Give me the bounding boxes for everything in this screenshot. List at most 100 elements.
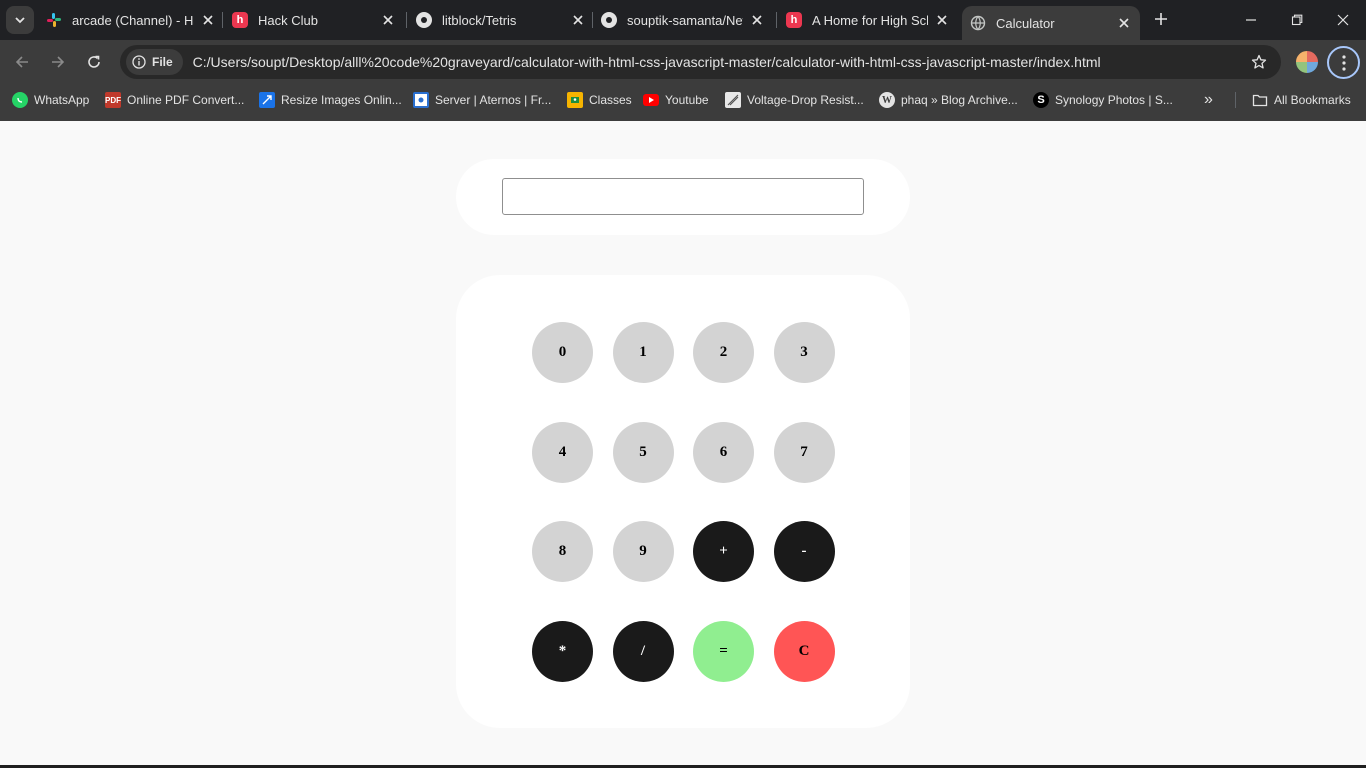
key-3[interactable]: 3 [773, 322, 835, 383]
bookmark-label: Server | Aternos | Fr... [435, 93, 552, 107]
tab-souptik-samanta[interactable]: souptik-samanta/New [601, 0, 765, 40]
restore-button[interactable] [1274, 0, 1320, 40]
keypad-card: 0 1 2 3 4 5 6 7 8 9 + - * / = C [456, 275, 910, 728]
info-icon [132, 55, 146, 69]
tab-litblock-tetris[interactable]: litblock/Tetris [416, 0, 586, 40]
tab-hack-club[interactable]: h Hack Club [232, 0, 396, 40]
tab-strip: arcade (Channel) - Ha h Hack Club litblo… [0, 0, 1366, 40]
key-8[interactable]: 8 [532, 521, 593, 582]
tab-home-for-high-schoolers[interactable]: h A Home for High Sch [786, 0, 950, 40]
arrow-right-icon [52, 56, 65, 68]
minimize-button[interactable] [1228, 0, 1274, 40]
site-info-chip[interactable]: File [126, 49, 183, 75]
hackclub-icon: h [232, 12, 248, 28]
page-viewport: 0 1 2 3 4 5 6 7 8 9 + - * / = C [0, 121, 1366, 768]
github-icon [601, 12, 617, 28]
bookmark-label: All Bookmarks [1274, 93, 1351, 107]
bookmark-youtube[interactable]: Youtube [643, 85, 709, 115]
key-minus[interactable]: - [773, 521, 835, 582]
bookmark-classes[interactable]: Classes [567, 85, 632, 115]
tab-calculator[interactable]: Calculator [962, 6, 1140, 40]
close-icon [1337, 14, 1349, 26]
chip-label: File [152, 55, 173, 69]
key-0[interactable]: 0 [532, 322, 593, 383]
key-multiply[interactable]: * [532, 620, 593, 682]
window-close-button[interactable] [1320, 0, 1366, 40]
globe-icon [970, 15, 986, 31]
bookmark-resize-images[interactable]: Resize Images Onlin... [259, 85, 402, 115]
close-icon[interactable] [749, 12, 765, 28]
key-4[interactable]: 4 [532, 421, 593, 483]
bookmarks-overflow-button[interactable]: » [1204, 85, 1213, 115]
key-1[interactable]: 1 [612, 322, 674, 383]
tab-title: souptik-samanta/New [627, 12, 743, 28]
kebab-menu-icon [1341, 54, 1346, 71]
github-icon [416, 12, 432, 28]
display-card [456, 159, 910, 235]
key-9[interactable]: 9 [612, 521, 674, 582]
profile-avatar[interactable] [1294, 49, 1320, 75]
close-icon[interactable] [934, 12, 950, 28]
bookmark-label: Resize Images Onlin... [281, 93, 402, 107]
bookmark-whatsapp[interactable]: WhatsApp [12, 85, 89, 115]
arrow-left-icon [15, 56, 28, 68]
tab-title: litblock/Tetris [442, 12, 517, 28]
url-text[interactable]: C:/Users/soupt/Desktop/alll%20code%20gra… [193, 54, 1245, 70]
whatsapp-icon [12, 92, 28, 108]
bookmark-label: WhatsApp [34, 93, 90, 107]
browser-toolbar: File C:/Users/soupt/Desktop/alll%20code%… [0, 40, 1366, 85]
key-divide[interactable]: / [612, 620, 674, 682]
bookmark-label: Synology Photos | S... [1055, 93, 1173, 107]
key-equals[interactable]: = [693, 620, 754, 682]
close-icon[interactable] [570, 12, 586, 28]
forward-button[interactable] [44, 48, 72, 76]
key-7[interactable]: 7 [773, 421, 835, 483]
address-bar[interactable]: File C:/Users/soupt/Desktop/alll%20code%… [120, 45, 1281, 79]
key-5[interactable]: 5 [612, 421, 674, 483]
folder-icon [1252, 92, 1268, 108]
calculator-display[interactable] [502, 178, 864, 215]
reload-button[interactable] [80, 48, 108, 76]
minimize-icon [1246, 19, 1256, 21]
bookmark-label: Classes [589, 93, 632, 107]
double-chevron-right-icon: » [1204, 91, 1213, 108]
new-tab-button[interactable] [1150, 8, 1172, 30]
tab-title: arcade (Channel) - Ha [72, 12, 194, 28]
classroom-icon [567, 92, 583, 108]
bookmark-phaq[interactable]: W phaq » Blog Archive... [879, 85, 1018, 115]
slack-icon [46, 12, 62, 28]
wordpress-icon: W [879, 92, 895, 108]
tab-arcade[interactable]: arcade (Channel) - Ha [46, 0, 216, 40]
bookmarks-separator [1235, 92, 1236, 108]
tab-search-button[interactable] [6, 6, 34, 34]
bookmark-label: Online PDF Convert... [127, 93, 245, 107]
bookmarks-bar: WhatsApp PDF Online PDF Convert... Resiz… [0, 85, 1366, 121]
back-button[interactable] [8, 48, 36, 76]
aternos-icon [413, 92, 429, 108]
keypad-grid: 0 1 2 3 4 5 6 7 8 9 + - * / = C [532, 322, 835, 682]
hackclub-icon: h [786, 12, 802, 28]
resize-icon [259, 92, 275, 108]
tab-title: Hack Club [258, 12, 318, 28]
bookmark-label: Youtube [665, 93, 709, 107]
key-clear[interactable]: C [773, 620, 835, 682]
bookmark-voltage-drop[interactable]: Voltage-Drop Resist... [725, 85, 864, 115]
close-icon[interactable] [200, 12, 216, 28]
reload-icon [88, 55, 100, 68]
bookmark-online-pdf[interactable]: PDF Online PDF Convert... [105, 85, 244, 115]
bookmark-label: Voltage-Drop Resist... [747, 93, 864, 107]
tab-title: Calculator [996, 15, 1055, 31]
voltage-icon [725, 92, 741, 108]
key-2[interactable]: 2 [693, 322, 754, 383]
browser-menu-button[interactable] [1327, 46, 1360, 79]
synology-icon: S [1033, 92, 1049, 108]
close-icon[interactable] [1116, 15, 1132, 31]
bookmark-aternos[interactable]: Server | Aternos | Fr... [413, 85, 551, 115]
key-6[interactable]: 6 [693, 421, 754, 483]
key-plus[interactable]: + [693, 521, 754, 582]
bookmark-star-icon[interactable] [1245, 48, 1273, 76]
close-icon[interactable] [380, 12, 396, 28]
bookmark-synology[interactable]: S Synology Photos | S... [1033, 85, 1173, 115]
all-bookmarks-button[interactable]: All Bookmarks [1252, 85, 1351, 115]
plus-icon [1155, 13, 1167, 25]
